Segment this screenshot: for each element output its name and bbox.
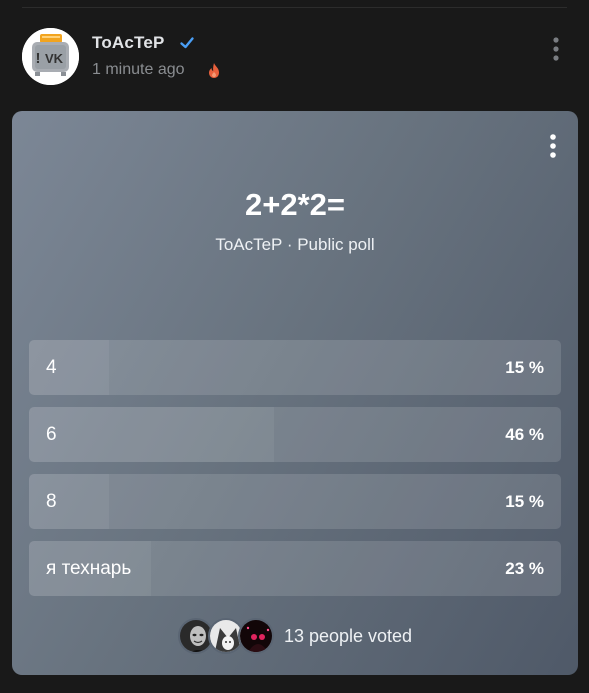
post-header: ! VK ToAcTeP 1 minute ago: [22, 28, 571, 86]
verified-check-icon: [180, 37, 194, 49]
voter-avatars: [177, 618, 274, 654]
option-percent: 23 %: [505, 559, 544, 578]
option-percent: 46 %: [505, 425, 544, 444]
top-divider: [22, 7, 567, 8]
voters-count: 13 people voted: [283, 625, 413, 646]
poll-card: 2+2*2= ToAcTeP · Public poll 4 15 % 6 46…: [12, 111, 578, 675]
svg-text:!: !: [36, 50, 41, 67]
voter-avatar: [237, 618, 274, 654]
option-label: 6: [46, 424, 57, 445]
poll-question: 2+2*2=: [245, 187, 345, 222]
post-time: 1 minute ago: [92, 61, 185, 78]
option-label: я технарь: [46, 558, 132, 579]
option-percent: 15 %: [505, 492, 544, 511]
poll-option-6[interactable]: 6 46 %: [29, 407, 561, 462]
fire-icon: [209, 63, 219, 78]
poll-option-technar[interactable]: я технарь 23 %: [29, 541, 561, 596]
more-vertical-icon[interactable]: [549, 36, 563, 62]
option-fill-bar: [29, 474, 109, 529]
option-label: 8: [46, 491, 57, 512]
poll-option-4[interactable]: 4 15 %: [29, 340, 561, 395]
toaster-logo-icon: ! VK: [22, 28, 79, 85]
option-percent: 15 %: [505, 358, 544, 377]
voter-avatar-image: [239, 620, 272, 652]
poll-meta: ToAcTeP · Public poll: [215, 235, 375, 254]
author-name[interactable]: ToAcTeP: [92, 33, 165, 53]
option-label: 4: [46, 357, 57, 378]
poll-more-vertical-icon[interactable]: [546, 133, 560, 159]
poll-option-8[interactable]: 8 15 %: [29, 474, 561, 529]
svg-text:VK: VK: [45, 51, 64, 66]
option-fill-bar: [29, 407, 274, 462]
voters-row[interactable]: 13 people voted: [12, 617, 578, 655]
option-fill-bar: [29, 340, 109, 395]
author-avatar[interactable]: ! VK: [22, 28, 79, 85]
poll-options: 4 15 % 6 46 % 8 15 % я технарь 23 %: [29, 340, 561, 608]
